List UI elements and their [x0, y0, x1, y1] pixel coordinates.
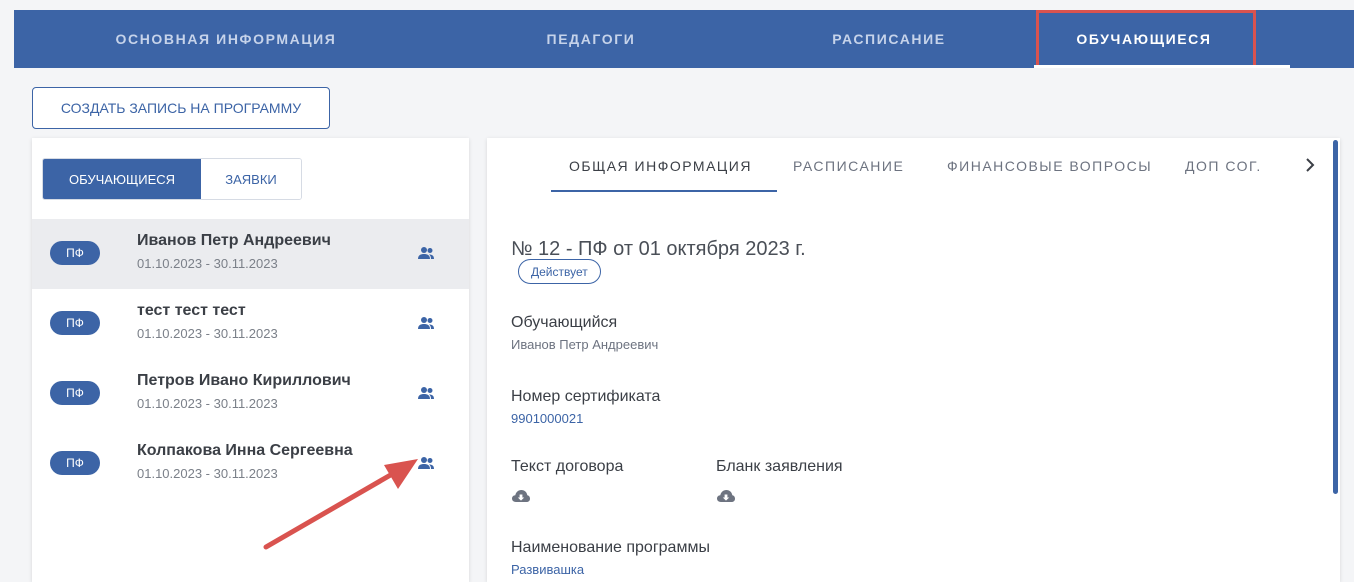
students-segmented-control: ОБУЧАЮЩИЕСЯ ЗАЯВКИ: [42, 158, 302, 200]
tab-financial[interactable]: ФИНАНСОВЫЕ ВОПРОСЫ: [947, 158, 1152, 174]
tab-highlight-box: [1036, 10, 1256, 68]
list-item[interactable]: ПФ Иванов Петр Андреевич 01.10.2023 - 30…: [32, 219, 469, 289]
student-dates: 01.10.2023 - 30.11.2023: [137, 256, 278, 271]
funding-badge: ПФ: [50, 311, 100, 335]
application-form-label: Бланк заявления: [716, 458, 843, 475]
student-value: Иванов Петр Андреевич: [511, 337, 659, 352]
tab-general-info[interactable]: ОБЩАЯ ИНФОРМАЦИЯ: [569, 158, 752, 174]
group-icon[interactable]: [417, 386, 435, 400]
create-enrollment-button[interactable]: СОЗДАТЬ ЗАПИСЬ НА ПРОГРАММУ: [32, 87, 330, 129]
funding-badge: ПФ: [50, 451, 100, 475]
chevron-right-icon[interactable]: [1303, 156, 1317, 174]
student-dates: 01.10.2023 - 30.11.2023: [137, 466, 278, 481]
tab-schedule[interactable]: РАСПИСАНИЕ: [744, 10, 1034, 68]
student-name: Иванов Петр Андреевич: [137, 232, 331, 249]
scrollbar[interactable]: [1333, 140, 1338, 494]
tab-details-schedule[interactable]: РАСПИСАНИЕ: [793, 158, 904, 174]
tab-main-info[interactable]: ОСНОВНАЯ ИНФОРМАЦИЯ: [14, 10, 438, 68]
certificate-value[interactable]: 9901000021: [511, 411, 583, 426]
annotation-arrow-icon: [263, 459, 418, 550]
segment-applications[interactable]: ЗАЯВКИ: [201, 159, 301, 199]
funding-badge: ПФ: [50, 241, 100, 265]
cloud-download-icon[interactable]: [511, 489, 531, 503]
contract-title: № 12 - ПФ от 01 октября 2023 г.: [511, 238, 806, 260]
program-name-label: Наименование программы: [511, 539, 710, 556]
details-tab-bar: ОБЩАЯ ИНФОРМАЦИЯ РАСПИСАНИЕ ФИНАНСОВЫЕ В…: [487, 138, 1340, 198]
list-item[interactable]: ПФ тест тест тест 01.10.2023 - 30.11.202…: [32, 289, 469, 359]
details-active-tab-underline: [551, 190, 777, 192]
funding-badge: ПФ: [50, 381, 100, 405]
tab-active-underline: [1034, 65, 1290, 68]
segment-students[interactable]: ОБУЧАЮЩИЕСЯ: [43, 159, 201, 199]
page: ОСНОВНАЯ ИНФОРМАЦИЯ ПЕДАГОГИ РАСПИСАНИЕ …: [0, 0, 1354, 582]
contract-details-panel: ОБЩАЯ ИНФОРМАЦИЯ РАСПИСАНИЕ ФИНАНСОВЫЕ В…: [487, 138, 1340, 582]
tab-students[interactable]: ОБУЧАЮЩИЕСЯ: [1034, 10, 1290, 68]
list-item[interactable]: ПФ Петров Ивано Кириллович 01.10.2023 - …: [32, 359, 469, 429]
student-label: Обучающийся: [511, 314, 618, 331]
group-icon[interactable]: [417, 246, 435, 260]
group-icon[interactable]: [417, 316, 435, 330]
contract-text-label: Текст договора: [511, 458, 624, 475]
tab-additional-agreements[interactable]: ДОП СОГ.: [1185, 158, 1262, 174]
certificate-label: Номер сертификата: [511, 388, 661, 405]
top-tab-bar: ОСНОВНАЯ ИНФОРМАЦИЯ ПЕДАГОГИ РАСПИСАНИЕ …: [14, 10, 1354, 68]
student-name: Петров Ивано Кириллович: [137, 372, 351, 389]
program-name-value[interactable]: Развивашка: [511, 562, 584, 577]
status-badge: Действует: [518, 259, 601, 284]
student-name: тест тест тест: [137, 302, 246, 319]
tab-teachers[interactable]: ПЕДАГОГИ: [438, 10, 744, 68]
student-dates: 01.10.2023 - 30.11.2023: [137, 326, 278, 341]
cloud-download-icon[interactable]: [716, 489, 736, 503]
student-dates: 01.10.2023 - 30.11.2023: [137, 396, 278, 411]
